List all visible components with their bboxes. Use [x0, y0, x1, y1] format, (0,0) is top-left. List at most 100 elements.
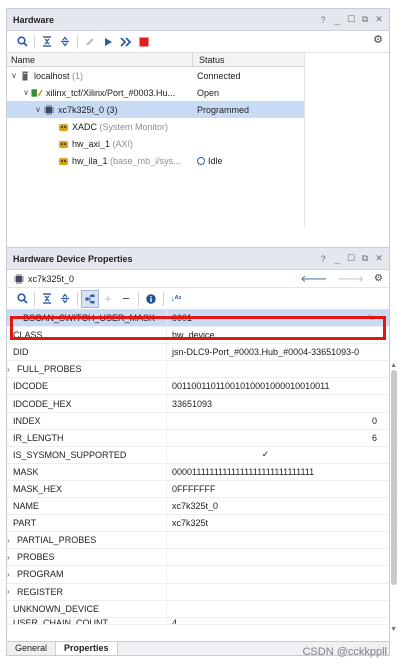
property-value: 0FFFFFFF — [172, 483, 216, 494]
property-row[interactable]: CLASS hw_device — [7, 327, 389, 345]
info-icon[interactable] — [142, 290, 160, 308]
server-icon — [19, 70, 31, 81]
tree-row-xadc[interactable]: XADC (System Monitor) — [7, 118, 304, 135]
tree-row-localhost[interactable]: ∨ localhost (1) Connected — [7, 67, 304, 84]
hardware-tree-header: Name Status — [7, 53, 304, 67]
property-row[interactable]: IR_LENGTH 6 — [7, 429, 389, 447]
chevron-right-icon[interactable]: › — [7, 570, 17, 579]
tree-row-device[interactable]: ∨ xc7k325t_0 (3) Programmed — [7, 101, 304, 118]
help-icon[interactable]: ? — [319, 15, 327, 25]
minimize-icon[interactable]: _ — [333, 254, 341, 264]
run-trigger-icon[interactable] — [99, 33, 117, 51]
property-row[interactable]: NAME xc7k325t_0 — [7, 498, 389, 516]
scroll-up-icon[interactable]: ▲ — [390, 362, 397, 369]
edit-pencil-icon[interactable]: ✎ — [367, 313, 375, 324]
maximize-icon[interactable]: ☐ — [347, 253, 355, 264]
property-row[interactable]: UNKNOWN_DEVICE — [7, 600, 389, 618]
gear-icon[interactable]: ⚙ — [374, 273, 383, 284]
column-name[interactable]: Name — [7, 53, 193, 66]
search-icon[interactable] — [13, 33, 31, 51]
group-by-category-icon[interactable] — [81, 289, 99, 308]
expand-all-icon[interactable] — [56, 33, 74, 51]
tab-general[interactable]: General — [7, 642, 55, 655]
debug-core-icon — [57, 155, 69, 166]
tree-row-label: XADC — [72, 121, 98, 132]
chevron-right-icon[interactable]: › — [7, 553, 17, 562]
property-key: PROBES — [17, 552, 55, 563]
property-row[interactable]: › PROGRAM — [7, 566, 389, 584]
auto-connect-icon[interactable] — [81, 33, 99, 51]
forward-arrow-icon[interactable]: 🡒 — [337, 273, 364, 285]
property-value: xc7k325t_0 — [172, 501, 219, 512]
property-key: UNKNOWN_DEVICE — [7, 600, 167, 617]
checkmark-icon[interactable]: ✓ — [167, 449, 389, 460]
properties-toolbar: + − ↓ᴬᶻ — [7, 288, 389, 310]
chevron-down-icon[interactable]: ∨ — [33, 105, 43, 114]
stop-trigger-icon[interactable] — [135, 33, 153, 51]
debug-core-icon — [57, 138, 69, 149]
property-row[interactable]: BSCAN_SWITCH_USER_MASK 0001 ✎ — [7, 310, 389, 328]
property-key: MASK — [7, 463, 167, 480]
property-row[interactable]: › FULL_PROBES — [7, 361, 389, 379]
property-key: REGISTER — [17, 586, 64, 597]
float-icon[interactable]: ⧉ — [361, 14, 369, 25]
hardware-panel-title: Hardware — [13, 14, 55, 25]
hardware-toolbar: ⚙ — [7, 31, 389, 53]
tree-row-label: xc7k325t_0 — [58, 104, 105, 115]
tree-row-hw-ila[interactable]: hw_ila_1 (base_mb_i/sys... Idle — [7, 152, 304, 169]
property-row[interactable]: › PARTIAL_PROBES — [7, 532, 389, 550]
chevron-right-icon[interactable]: › — [7, 587, 17, 596]
property-row[interactable]: IDCODE_HEX 33651093 — [7, 395, 389, 413]
property-row[interactable]: › PROBES — [7, 549, 389, 567]
collapse-all-icon[interactable] — [38, 33, 56, 51]
tree-row-label: xilinx_tcf/Xilinx/Port_#0003.Hu... — [46, 87, 176, 98]
property-value: jsn-DLC9-Port_#0003.Hub_#0004-33651093-0 — [172, 347, 360, 358]
tree-row-status-text: Idle — [208, 155, 223, 166]
property-row[interactable]: MASK_HEX 0FFFFFFF — [7, 480, 389, 499]
search-icon[interactable] — [13, 290, 31, 308]
property-row[interactable]: IDCODE 00110011011001010001000010010011 — [7, 378, 389, 396]
property-key: IDCODE — [7, 378, 167, 395]
idle-status-icon — [197, 156, 205, 165]
tree-row-hw-axi[interactable]: hw_axi_1 (AXI) — [7, 135, 304, 152]
property-row[interactable]: MASK 00001111111111111111111111111111 — [7, 463, 389, 481]
run-trigger-immediate-icon[interactable] — [117, 33, 135, 51]
collapse-all-icon[interactable] — [38, 290, 56, 308]
expand-all-icon[interactable] — [56, 290, 74, 308]
debug-core-icon — [57, 121, 69, 132]
sort-az-icon[interactable]: ↓ᴬᶻ — [167, 290, 185, 308]
fpga-chip-icon — [43, 104, 55, 115]
vertical-scrollbar[interactable] — [391, 370, 397, 585]
tree-row-sub: (base_mb_i/sys... — [110, 155, 181, 166]
chevron-down-icon[interactable]: ∨ — [9, 71, 19, 80]
gear-icon[interactable]: ⚙ — [373, 33, 383, 46]
float-icon[interactable]: ⧉ — [361, 253, 369, 264]
minimize-icon[interactable]: _ — [333, 15, 341, 25]
property-row[interactable]: PART xc7k325t — [7, 515, 389, 533]
property-row[interactable]: DID jsn-DLC9-Port_#0003.Hub_#0004-336510… — [7, 344, 389, 362]
remove-icon[interactable]: − — [117, 290, 135, 308]
close-icon[interactable]: ✕ — [375, 14, 383, 25]
add-icon[interactable]: + — [99, 290, 117, 308]
property-row[interactable]: IS_SYSMON_SUPPORTED ✓ — [7, 446, 389, 464]
tree-row-count: (3) — [106, 104, 118, 115]
tab-properties[interactable]: Properties — [55, 642, 118, 655]
scroll-down-icon[interactable]: ▼ — [390, 626, 397, 633]
close-icon[interactable]: ✕ — [375, 253, 383, 264]
chevron-right-icon[interactable]: › — [7, 365, 17, 374]
tree-row-target[interactable]: ∨ xilinx_tcf/Xilinx/Port_#0003.Hu... Ope… — [7, 84, 304, 101]
chevron-right-icon[interactable]: › — [7, 536, 17, 545]
property-row[interactable]: USER_CHAIN_COUNT 4 — [7, 617, 389, 625]
property-key: DID — [7, 344, 167, 361]
property-value[interactable]: 0001 — [167, 313, 389, 323]
property-row[interactable]: INDEX 0 — [7, 412, 389, 430]
property-value: xc7k325t — [172, 518, 209, 529]
chevron-down-icon[interactable]: ∨ — [21, 88, 31, 97]
watermark: CSDN @cckkppll — [302, 646, 387, 658]
hardware-panel-header: Hardware ? _ ☐ ⧉ ✕ — [7, 9, 389, 31]
property-row[interactable]: › REGISTER — [7, 583, 389, 601]
help-icon[interactable]: ? — [319, 254, 327, 264]
back-arrow-icon[interactable]: 🡐 — [300, 273, 327, 285]
column-status[interactable]: Status — [193, 55, 225, 65]
maximize-icon[interactable]: ☐ — [347, 14, 355, 25]
